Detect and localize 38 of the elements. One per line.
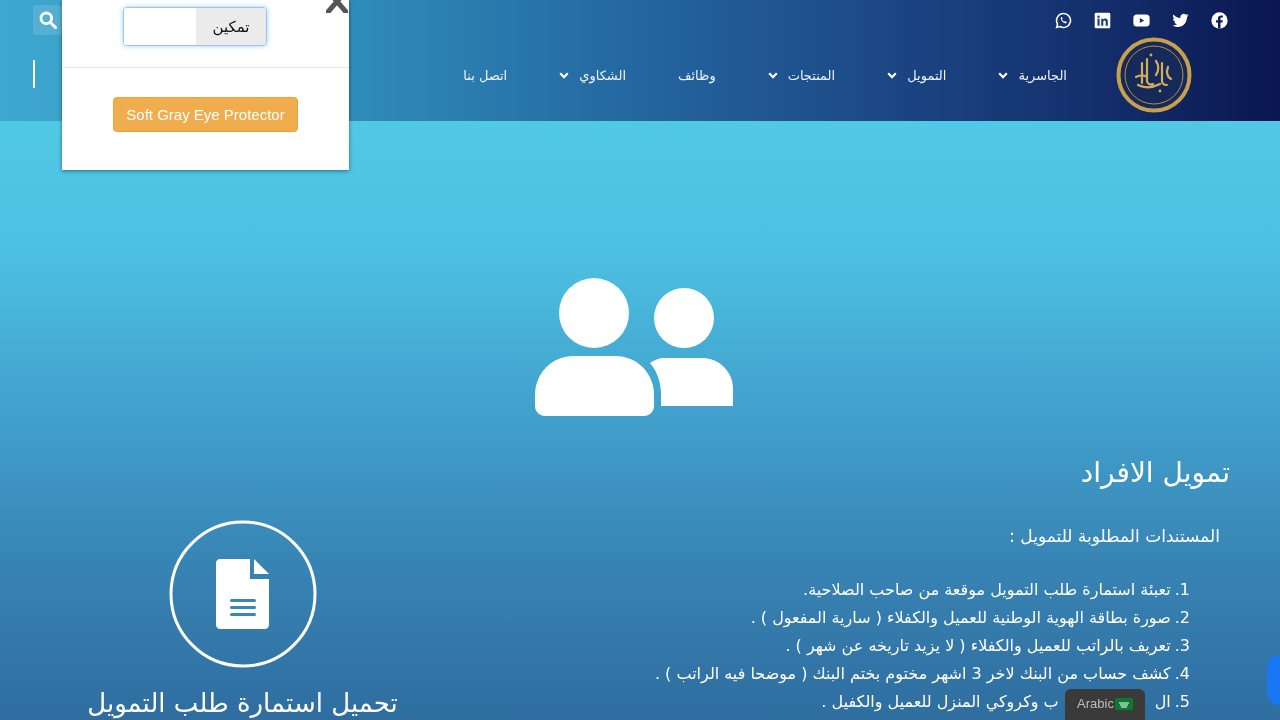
chevron-down-icon xyxy=(887,71,898,79)
nav-link[interactable]: الجاسرية xyxy=(998,67,1067,83)
youtube-icon[interactable] xyxy=(1133,11,1150,29)
list-number: 5. xyxy=(1174,691,1190,713)
page-heading: تمويل الافراد xyxy=(1079,455,1231,491)
linkedin-icon[interactable] xyxy=(1094,11,1111,29)
close-icon[interactable] xyxy=(326,0,348,13)
language-button[interactable]: Arabic xyxy=(1065,689,1145,720)
list-item-text: ال xyxy=(1154,691,1171,713)
download-form-title[interactable]: تحميل استمارة طلب التمويل xyxy=(87,688,398,718)
enable-toggle[interactable]: تمكين xyxy=(123,7,267,46)
list-number: 1. xyxy=(1174,579,1190,601)
document-icon[interactable] xyxy=(167,519,318,669)
chevron-down-icon xyxy=(559,71,570,79)
search-icon xyxy=(38,11,57,29)
users-icon xyxy=(535,278,733,416)
whatsapp-icon[interactable] xyxy=(1055,11,1072,29)
chevron-down-icon xyxy=(767,71,778,79)
twitter-icon[interactable] xyxy=(1172,11,1189,29)
subheading: المستندات المطلوبة للتمويل : xyxy=(1008,525,1221,548)
list-number: 4. xyxy=(1174,663,1190,685)
nav-link[interactable]: الشكاوي xyxy=(559,67,626,83)
list-number: 3. xyxy=(1174,635,1190,657)
facebook-icon[interactable] xyxy=(1211,11,1228,29)
list-item-text: صورة بطاقة الهوية الوطنية للعميل والكفلاء ( سارية المفعول ) . xyxy=(750,607,1171,630)
list-item-text: كشف حساب من البنك لاخر 3 اشهر مختوم بختم البنك ( موضحا فيه الراتب ) . xyxy=(654,663,1171,686)
list-item-text: تعبئة استمارة طلب التمويل موقعة من صاحب الصلاحية. xyxy=(803,579,1171,602)
nav-link[interactable]: وظائف xyxy=(678,67,716,83)
flag-icon xyxy=(1114,697,1133,710)
nav-link[interactable]: التمويل xyxy=(887,67,947,83)
search-button[interactable] xyxy=(33,5,62,35)
logo[interactable] xyxy=(1116,37,1192,113)
list-item-text: ب وكروكي المنزل للعميل والكفيل . xyxy=(821,691,1059,714)
chevron-down-icon xyxy=(998,71,1009,79)
nav-link[interactable]: المنتجات xyxy=(767,67,836,83)
list-item-text: تعريف بالراتب للعميل والكفلاء ( لا يزيد تاريخه عن شهر ) . xyxy=(785,635,1171,658)
nav-link[interactable]: اتصل بنا xyxy=(463,67,508,83)
list-number: 2. xyxy=(1174,607,1190,629)
